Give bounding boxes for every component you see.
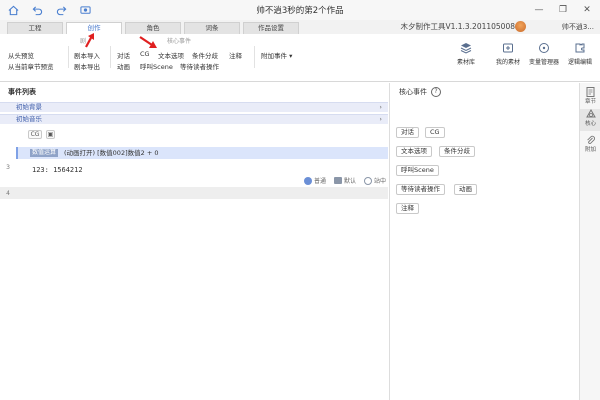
ribbon-divider — [110, 46, 111, 68]
normal-label: 普通 — [313, 178, 326, 185]
event-row-value[interactable]: 123: 1564212 — [32, 166, 83, 174]
tab-work-settings[interactable]: 作品设置 — [243, 22, 299, 34]
center-toggle[interactable]: 站中 — [363, 176, 386, 185]
title-bar: 帅不逍3秒的第2个作品 — ❐ ✕ — [0, 0, 600, 20]
window-controls: — ❐ ✕ — [532, 3, 594, 17]
extra-event-dropdown[interactable]: 附加事件 ▾ — [261, 50, 292, 60]
selected-event-row[interactable]: 数值运算 (动画打开) [数值002]数值2 + 0 — [16, 147, 388, 159]
vertical-tabs: 章节 核心 附加 — [579, 83, 600, 400]
variable-manager-label: 变量管理器 — [528, 59, 559, 66]
cg-chip[interactable]: CG — [28, 130, 42, 139]
core-dialog-button[interactable]: 对话 — [117, 50, 130, 60]
vtab-core[interactable]: 核心 — [580, 109, 600, 131]
core-btn-dialog[interactable]: 对话 — [396, 127, 419, 138]
extra-event-label: 附加事件 — [261, 52, 287, 60]
core-comment-button[interactable]: 注释 — [229, 50, 242, 60]
logic-edit-button[interactable]: 逻辑编辑 — [557, 42, 600, 66]
core-events-panel: 核心事件 ? 对话 CG 文本选项 条件分歧 呼叫Scene 等待读者操作 动画… — [391, 83, 579, 400]
restore-icon[interactable]: ❐ — [556, 3, 570, 17]
minimize-icon[interactable]: — — [532, 3, 546, 17]
vtab-chapters[interactable]: 章节 — [580, 87, 600, 105]
chevron-right-icon: › — [379, 103, 382, 111]
core-btn-comment[interactable]: 注释 — [396, 203, 419, 214]
core-btn-condition[interactable]: 条件分歧 — [439, 146, 475, 157]
annotation-arrow-icon — [85, 33, 94, 48]
ribbon-divider — [254, 46, 255, 68]
ribbon: 剧 核心事件 从头预览 从当前章节预览 剧本导入 剧本导出 对话 CG 文本选项… — [0, 33, 600, 82]
core-btn-text-option[interactable]: 文本选项 — [396, 146, 432, 157]
logic-edit-label: 逻辑编辑 — [567, 59, 592, 66]
image-chip[interactable]: ▣ — [46, 130, 55, 139]
core-events-title: 核心事件 — [399, 88, 427, 96]
layers-icon — [460, 42, 472, 54]
vtab-extra-label: 附加 — [584, 147, 596, 153]
initial-background-label: 初始背景 — [16, 103, 42, 111]
shapes-icon — [585, 109, 596, 119]
core-btn-cg[interactable]: CG — [425, 127, 445, 138]
initial-music-label: 初始音乐 — [16, 115, 42, 123]
document-icon — [586, 87, 596, 97]
vtab-chapters-label: 章节 — [584, 99, 596, 105]
position-icon — [363, 176, 372, 185]
event-row-text: (动画打开) [数值002]数值2 + 0 — [64, 149, 159, 157]
core-animation-button[interactable]: 动画 — [117, 61, 130, 71]
event-row-controls: 普通 默认 站中 — [303, 176, 386, 185]
close-icon[interactable]: ✕ — [580, 3, 594, 17]
gauge-icon — [538, 42, 550, 54]
vtab-extra[interactable]: 附加 — [580, 135, 600, 153]
core-wait-reader-button[interactable]: 等待读者操作 — [180, 61, 219, 71]
chevron-down-icon: ▾ — [289, 52, 293, 60]
chevron-right-icon: › — [379, 115, 382, 123]
default-toggle[interactable]: 默认 — [333, 176, 356, 185]
normal-toggle[interactable]: 普通 — [303, 176, 326, 185]
line-number: 4 — [6, 190, 10, 197]
tab-project[interactable]: 工程 — [7, 22, 63, 34]
folder-icon — [502, 42, 514, 54]
initial-music-row[interactable]: 初始音乐 › — [0, 114, 388, 124]
core-events-header: 核心事件 ? — [399, 87, 441, 97]
core-cg-button[interactable]: CG — [140, 50, 150, 58]
import-script-button[interactable]: 剧本导入 — [74, 50, 100, 60]
ribbon-divider — [68, 46, 69, 68]
core-text-option-button[interactable]: 文本选项 — [158, 50, 184, 60]
export-script-button[interactable]: 剧本导出 — [74, 61, 100, 71]
center-label: 站中 — [373, 178, 386, 185]
version-label: 木夕制作工具V1.1.3.201105008 — [400, 22, 515, 31]
line-number: 3 — [6, 164, 10, 171]
play-from-chapter-button[interactable]: 从当前章节预览 — [8, 61, 54, 71]
annotation-arrow-icon — [139, 36, 157, 48]
initial-background-row[interactable]: 初始背景 › — [0, 102, 388, 112]
event-list-title: 事件列表 — [8, 88, 36, 96]
help-icon[interactable]: ? — [431, 87, 441, 97]
asset-library-label: 素材库 — [456, 59, 475, 66]
default-label: 默认 — [343, 178, 356, 185]
tab-characters[interactable]: 角色 — [125, 22, 181, 34]
globe-icon — [303, 176, 312, 185]
window-title: 帅不逍3秒的第2个作品 — [256, 6, 344, 16]
asset-library-button[interactable]: 素材库 — [443, 42, 489, 66]
tab-terms[interactable]: 词条 — [184, 22, 240, 34]
event-type-tag: 数值运算 — [30, 149, 59, 157]
my-assets-label: 我的素材 — [495, 59, 520, 66]
core-btn-animation[interactable]: 动画 — [454, 184, 477, 195]
core-condition-button[interactable]: 条件分歧 — [192, 50, 218, 60]
puzzle-icon — [574, 42, 586, 54]
empty-event-row[interactable] — [0, 187, 388, 199]
core-btn-call-scene[interactable]: 呼叫Scene — [396, 165, 439, 176]
username[interactable]: 帅不逍3... — [562, 21, 594, 33]
ribbon-group-core-label: 核心事件 — [167, 38, 192, 45]
keyboard-icon — [333, 177, 342, 184]
core-call-scene-button[interactable]: 呼叫Scene — [140, 61, 173, 71]
event-list-panel: 事件列表 — [0, 83, 390, 400]
core-btn-wait-reader[interactable]: 等待读者操作 — [396, 184, 445, 195]
vtab-core-label: 核心 — [584, 121, 596, 127]
clip-icon — [586, 135, 596, 145]
avatar[interactable] — [515, 21, 526, 32]
play-from-start-button[interactable]: 从头预览 — [8, 50, 34, 60]
